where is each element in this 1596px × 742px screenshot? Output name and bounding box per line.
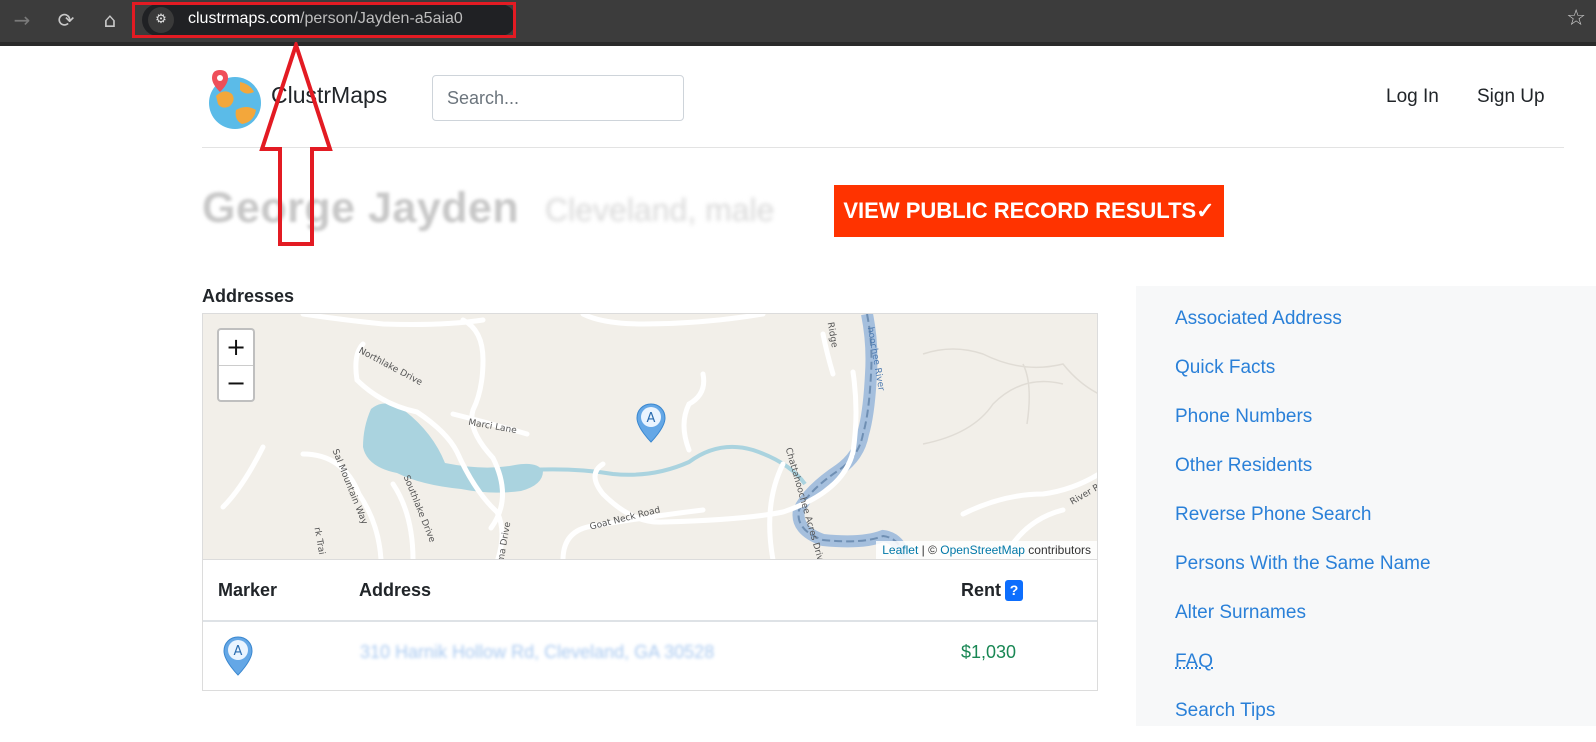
column-header-marker: Marker [218, 580, 278, 600]
star-icon[interactable]: ☆ [1566, 6, 1586, 31]
person-meta: Cleveland, male [545, 192, 775, 228]
map-attribution: Leaflet | © OpenStreetMap contributors [876, 541, 1097, 559]
sidebar-item-same-name[interactable]: Persons With the Same Name [1175, 553, 1431, 575]
annotation-url-box [132, 2, 516, 38]
sidebar-item-associated-address[interactable]: Associated Address [1175, 308, 1342, 330]
sidebar-item-phone-numbers[interactable]: Phone Numbers [1175, 406, 1312, 428]
sidebar-item-other-residents[interactable]: Other Residents [1175, 455, 1312, 477]
header-divider [202, 147, 1564, 148]
osm-link[interactable]: OpenStreetMap [940, 543, 1025, 557]
view-records-button[interactable]: VIEW PUBLIC RECORD RESULTS✓ [834, 185, 1224, 237]
person-name: George Jayden [202, 184, 520, 232]
reload-icon[interactable]: ⟳ [52, 6, 80, 34]
address-map[interactable]: Northlake Drive Marci Lane Sal Mountain … [202, 313, 1098, 560]
row-marker-icon: A [223, 636, 253, 676]
sidebar-item-quick-facts[interactable]: Quick Facts [1175, 357, 1275, 379]
zoom-in-button[interactable]: + [219, 330, 253, 365]
signup-link[interactable]: Sign Up [1477, 86, 1545, 108]
attribution-separator: | © [918, 543, 941, 557]
login-link[interactable]: Log In [1386, 86, 1439, 108]
rent-header-label: Rent [961, 580, 1001, 600]
attribution-tail: contributors [1024, 543, 1091, 557]
addresses-heading: Addresses [202, 286, 295, 306]
home-icon[interactable]: ⌂ [96, 6, 124, 34]
annotation-arrow [259, 42, 333, 246]
sidebar-item-faq[interactable]: FAQ [1175, 651, 1213, 673]
rent-help-icon[interactable]: ? [1005, 580, 1023, 601]
forward-icon[interactable]: → [8, 6, 36, 34]
addresses-table: Marker Address Rent? A 310 Harnik Hollow… [202, 560, 1098, 691]
column-header-address: Address [359, 580, 432, 600]
sidebar-nav: Associated Address Quick Facts Phone Num… [1136, 286, 1596, 726]
map-marker-icon[interactable]: A [636, 403, 666, 443]
sidebar-item-search-tips[interactable]: Search Tips [1175, 700, 1275, 722]
column-header-rent: Rent? [961, 580, 1023, 601]
row-marker-letter: A [234, 644, 243, 659]
rent-value: $1,030 [961, 642, 1017, 662]
map-marker-letter: A [647, 411, 656, 426]
map-zoom-control: + − [217, 328, 255, 402]
search-input[interactable] [432, 75, 684, 121]
leaflet-link[interactable]: Leaflet [882, 543, 918, 557]
zoom-out-button[interactable]: − [219, 365, 253, 401]
sidebar-item-alter-surnames[interactable]: Alter Surnames [1175, 602, 1306, 624]
table-header-divider [203, 620, 1097, 622]
sidebar-item-reverse-phone-search[interactable]: Reverse Phone Search [1175, 504, 1371, 526]
address-link[interactable]: 310 Harnik Hollow Rd, Cleveland, GA 3052… [360, 642, 714, 663]
